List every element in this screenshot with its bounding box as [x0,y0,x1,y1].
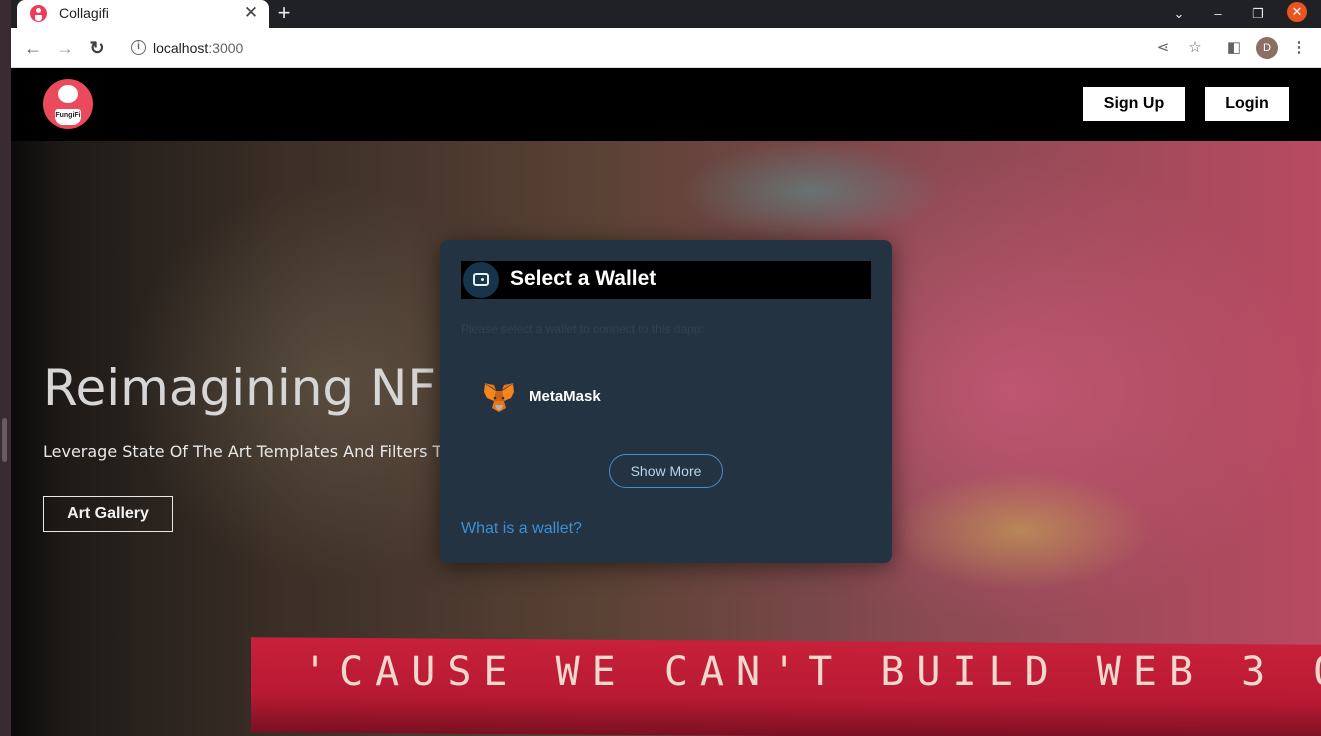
back-button[interactable]: ← [21,36,45,60]
browser-toolbar: ← → ↻ i localhost:3000 ⋖ ☆ ◧ D ⋮ [11,28,1321,68]
hero-subtitle: Leverage State Of The Art Templates And … [43,442,450,461]
hero-art-yellow [891,471,1151,591]
window-close-button[interactable]: ✕ [1287,2,1307,22]
minimize-button[interactable]: – [1206,3,1230,25]
modal-title: Select a Wallet [510,267,657,290]
bookmark-star-icon[interactable]: ☆ [1185,38,1205,58]
graffiti-banner-text: 'CAUSE WE CAN'T BUILD WEB 3 ON SU [303,649,1321,695]
tab-collagifi[interactable]: Collagifi ✕ [17,0,269,28]
mushroom-favicon-icon [30,5,47,22]
wallet-name: MetaMask [529,388,601,405]
browser-window: Collagifi ✕ + ⌄ – ❐ ✕ ← → ↻ i localhost:… [11,0,1321,736]
fungifi-logo[interactable]: FungiFi [43,79,93,129]
wallet-icon [463,262,499,298]
hero-title: Reimagining NF [43,359,437,417]
tab-bar: Collagifi ✕ + ⌄ – ❐ ✕ [11,0,1321,28]
side-panel-icon[interactable]: ◧ [1224,38,1244,58]
url-text: localhost:3000 [153,40,244,56]
tab-search-icon[interactable]: ⌄ [1167,3,1191,25]
more-menu-icon[interactable]: ⋮ [1289,38,1309,58]
close-tab-icon[interactable]: ✕ [241,3,261,23]
share-icon[interactable]: ⋖ [1153,38,1173,58]
sign-up-button[interactable]: Sign Up [1083,87,1185,121]
tab-title: Collagifi [59,5,109,21]
desktop-edge [0,0,11,736]
hero-art-teal [681,141,941,241]
what-is-wallet-link[interactable]: What is a wallet? [461,520,582,538]
login-button[interactable]: Login [1205,87,1289,121]
show-more-button[interactable]: Show More [609,454,723,488]
restore-button[interactable]: ❐ [1246,3,1270,25]
metamask-fox-icon [484,383,514,412]
forward-button[interactable]: → [53,36,77,60]
reload-button[interactable]: ↻ [85,36,109,60]
art-gallery-button[interactable]: Art Gallery [43,496,173,532]
site-header: FungiFi Sign Up Login [11,68,1321,141]
web-page: FungiFi Sign Up Login 'CAUSE WE CAN'T BU… [11,68,1321,736]
profile-avatar[interactable]: D [1256,37,1278,59]
modal-header: Select a Wallet [461,261,871,299]
address-bar[interactable]: i localhost:3000 [119,34,1169,62]
select-wallet-modal: Select a Wallet Please select a wallet t… [440,240,892,563]
wallet-option-metamask[interactable]: MetaMask [461,371,871,423]
desktop-dock-handle[interactable] [2,418,7,462]
site-info-icon[interactable]: i [131,40,146,55]
new-tab-button[interactable]: + [271,1,297,27]
modal-description: Please select a wallet to connect to thi… [461,322,704,336]
